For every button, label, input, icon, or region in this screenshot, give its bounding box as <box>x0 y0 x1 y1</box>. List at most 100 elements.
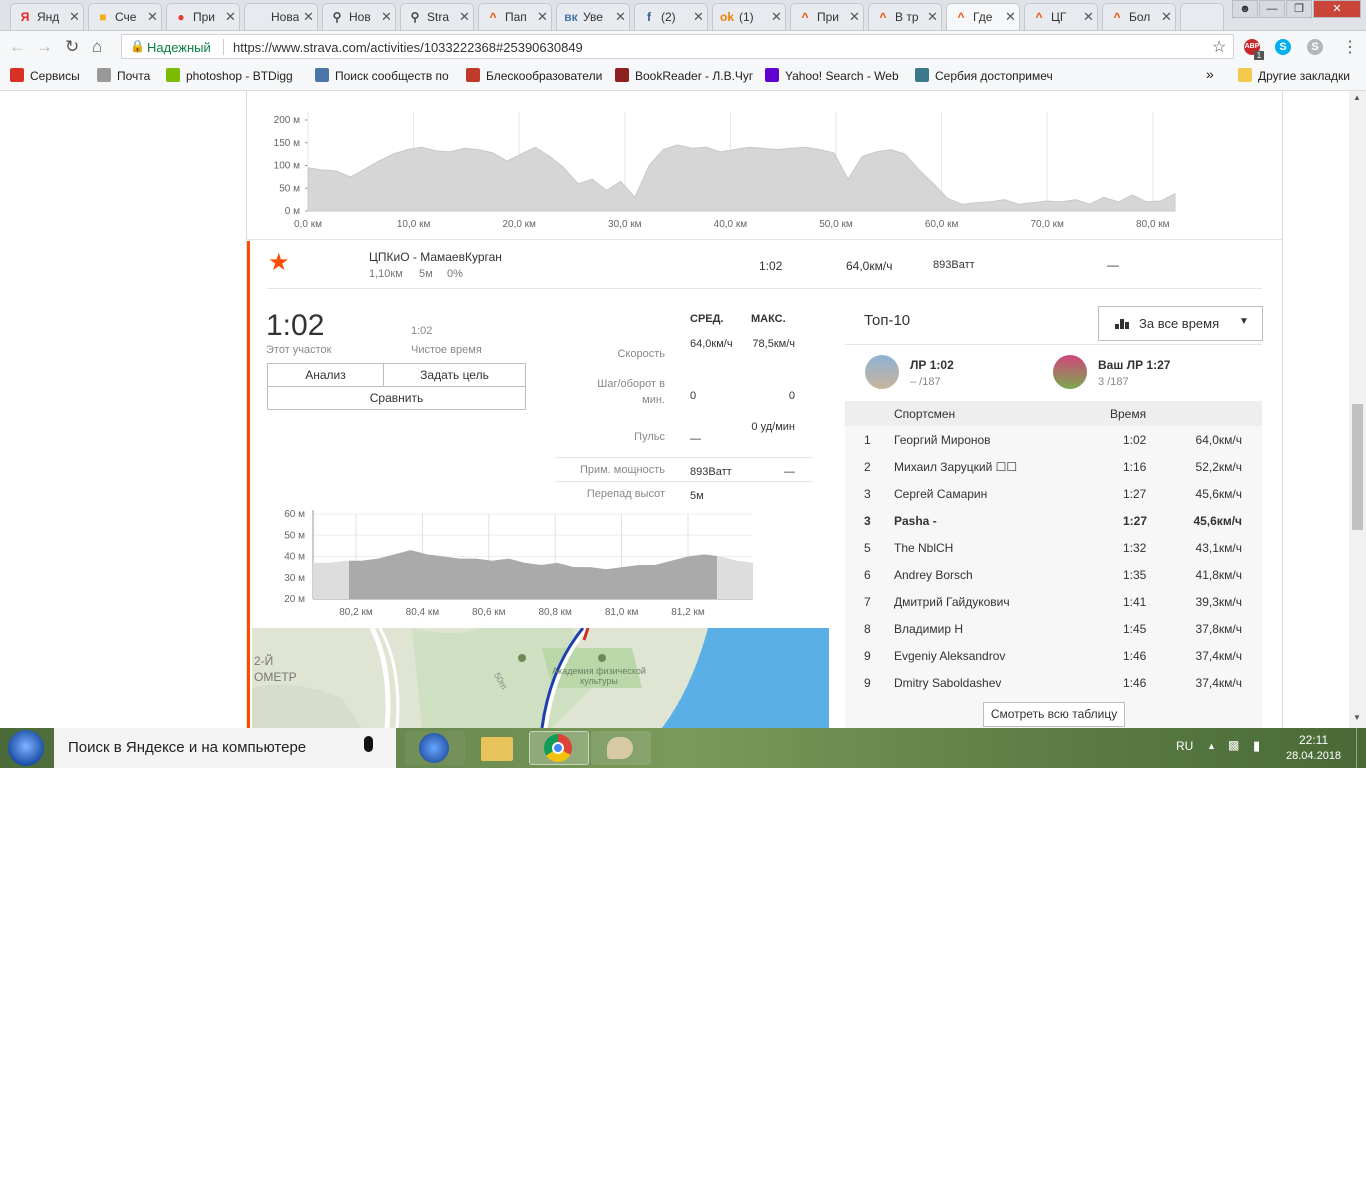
bookmarks-more-icon[interactable]: » <box>1206 66 1214 82</box>
tab-close-icon[interactable]: ✕ <box>69 9 80 25</box>
browser-tab[interactable]: ^ Бол ✕ <box>1102 3 1176 30</box>
leaderboard-row[interactable]: 7 Дмитрий Гайдукович 1:41 39,3км/ч <box>845 589 1262 616</box>
tab-close-icon[interactable]: ✕ <box>1005 9 1016 25</box>
leaderboard-row[interactable]: 2 Михаил Заруцкий ☐☐ 1:16 52,2км/ч <box>845 454 1262 481</box>
tab-close-icon[interactable]: ✕ <box>927 9 938 25</box>
browser-tab[interactable]: ■ Сче ✕ <box>88 3 162 30</box>
athlete-name[interactable]: Pasha - <box>894 514 937 528</box>
page-scrollbar[interactable]: ▲ ▼ <box>1349 91 1366 728</box>
leaderboard-row[interactable]: 9 Evgeniy Aleksandrov 1:46 37,4км/ч <box>845 643 1262 670</box>
bookmark-item[interactable]: Сервисы <box>10 68 80 83</box>
new-tab-button[interactable] <box>1180 3 1224 30</box>
compare-button[interactable]: Сравнить <box>267 386 526 410</box>
segment-map[interactable]: 2-Й ОМЕТР 50m Академия физической культу… <box>252 628 829 728</box>
leaderboard-row[interactable]: 3 Сергей Самарин 1:27 45,6км/ч <box>845 481 1262 508</box>
browser-tab[interactable]: ^ Где ✕ <box>946 3 1020 30</box>
athlete-name[interactable]: Сергей Самарин <box>894 487 987 501</box>
athlete-name[interactable]: Михаил Заруцкий ☐☐ <box>894 460 1017 474</box>
browser-tab[interactable]: ⚲ Нов ✕ <box>322 3 396 30</box>
time-filter-dropdown[interactable]: За все время ▼ <box>1098 306 1263 341</box>
maximize-button[interactable]: ❐ <box>1286 0 1312 18</box>
url-text[interactable]: https://www.strava.com/activities/103322… <box>233 40 583 55</box>
athlete-name[interactable]: The NblCH <box>894 541 953 555</box>
browser-tab[interactable]: ^ ЦГ ✕ <box>1024 3 1098 30</box>
menu-icon[interactable]: ⋮ <box>1342 37 1358 57</box>
athlete-name[interactable]: Andrey Borsch <box>894 568 973 582</box>
show-desktop-button[interactable] <box>1356 728 1366 768</box>
analysis-button[interactable]: Анализ <box>267 363 384 387</box>
leaderboard-row[interactable]: 9 Dmitry Saboldashev 1:46 37,4км/ч <box>845 670 1262 697</box>
athlete-name[interactable]: Дмитрий Гайдукович <box>894 595 1010 609</box>
user-icon[interactable]: ☻ <box>1232 0 1258 18</box>
bookmark-item[interactable]: Блескообразователи <box>466 68 602 83</box>
clock-date[interactable]: 28.04.2018 <box>1286 750 1341 762</box>
tray-expand-icon[interactable]: ▲ <box>1207 741 1216 751</box>
skype-gray-icon[interactable]: S <box>1307 39 1323 55</box>
browser-tab[interactable]: вк Уве ✕ <box>556 3 630 30</box>
segment-name[interactable]: ЦПКиО - МамаевКурган <box>369 250 502 264</box>
bookmark-item[interactable]: Почта <box>97 68 150 83</box>
set-goal-button[interactable]: Задать цель <box>383 363 526 387</box>
paint-icon[interactable] <box>591 731 651 765</box>
scroll-up-icon[interactable]: ▲ <box>1353 93 1361 102</box>
leaderboard-row[interactable]: 5 The NblCH 1:32 43,1км/ч <box>845 535 1262 562</box>
see-all-button[interactable]: Смотреть всю таблицу <box>983 702 1125 727</box>
browser-tab[interactable]: Я Янд ✕ <box>10 3 84 30</box>
bookmark-item[interactable]: photoshop - BTDigg <box>166 68 293 83</box>
address-bar[interactable]: 🔒 Надежный https://www.strava.com/activi… <box>121 34 1234 59</box>
tab-close-icon[interactable]: ✕ <box>459 9 470 25</box>
reload-icon[interactable]: ↻ <box>65 37 79 57</box>
file-explorer-icon[interactable] <box>467 731 527 765</box>
browser-tab[interactable]: ^ Пап ✕ <box>478 3 552 30</box>
scroll-thumb[interactable] <box>1352 404 1363 530</box>
tab-close-icon[interactable]: ✕ <box>225 9 236 25</box>
language-indicator[interactable]: RU <box>1176 739 1193 753</box>
browser-tab[interactable]: ^ При ✕ <box>790 3 864 30</box>
tab-close-icon[interactable]: ✕ <box>381 9 392 25</box>
tab-close-icon[interactable]: ✕ <box>537 9 548 25</box>
start-button[interactable] <box>8 730 44 766</box>
battery-icon[interactable]: ▮ <box>1253 738 1260 754</box>
browser-tab[interactable]: ● При ✕ <box>166 3 240 30</box>
kom-avatar[interactable] <box>865 355 899 389</box>
browser-tab[interactable]: ⚲ Stra ✕ <box>400 3 474 30</box>
scroll-down-icon[interactable]: ▼ <box>1353 713 1361 722</box>
star-bookmark-icon[interactable]: ☆ <box>1212 37 1226 57</box>
forward-icon[interactable]: → <box>36 37 53 57</box>
close-window-button[interactable]: ✕ <box>1313 0 1361 18</box>
clock-time[interactable]: 22:11 <box>1299 733 1328 747</box>
bookmark-item[interactable]: Сербия достопримеч <box>915 68 1053 83</box>
bookmark-item[interactable]: BookReader - Л.В.Чуг <box>615 68 753 83</box>
leaderboard-row[interactable]: 3 Pasha - 1:27 45,6км/ч <box>845 508 1262 535</box>
other-bookmarks[interactable]: Другие закладки <box>1238 68 1350 83</box>
leaderboard-row[interactable]: 6 Andrey Borsch 1:35 41,8км/ч <box>845 562 1262 589</box>
bookmark-item[interactable]: Поиск сообществ по <box>315 68 449 83</box>
skype-icon[interactable]: S <box>1275 39 1291 55</box>
browser-tab[interactable]: f (2) ✕ <box>634 3 708 30</box>
browser-tab[interactable]: ok (1) ✕ <box>712 3 786 30</box>
tab-close-icon[interactable]: ✕ <box>147 9 158 25</box>
tab-close-icon[interactable]: ✕ <box>615 9 626 25</box>
home-icon[interactable]: ⌂ <box>92 37 102 57</box>
athlete-name[interactable]: Георгий Миронов <box>894 433 991 447</box>
search-box[interactable]: Поиск в Яндексе и на компьютере <box>54 728 396 768</box>
minimize-button[interactable]: — <box>1259 0 1285 18</box>
chrome-icon[interactable] <box>529 731 589 765</box>
browser-tab[interactable]: Новая ✕ <box>244 3 318 30</box>
tab-close-icon[interactable]: ✕ <box>1161 9 1172 25</box>
microphone-icon[interactable] <box>364 736 373 752</box>
tab-close-icon[interactable]: ✕ <box>1083 9 1094 25</box>
browser-tab[interactable]: ^ В тр ✕ <box>868 3 942 30</box>
bookmark-item[interactable]: Yahoo! Search - Web <box>765 68 899 83</box>
leaderboard-row[interactable]: 8 Владимир Н 1:45 37,8км/ч <box>845 616 1262 643</box>
tab-close-icon[interactable]: ✕ <box>303 9 314 25</box>
back-icon[interactable]: ← <box>9 37 26 57</box>
segment-elevation-chart[interactable]: 60 м 50 м 40 м 30 м 20 м 80,2 км 80,4 км 80,6 … <box>267 506 767 621</box>
signal-icon[interactable]: ▩ <box>1228 738 1239 752</box>
tab-close-icon[interactable]: ✕ <box>849 9 860 25</box>
tab-close-icon[interactable]: ✕ <box>693 9 704 25</box>
athlete-name[interactable]: Evgeniy Aleksandrov <box>894 649 1005 663</box>
athlete-name[interactable]: Владимир Н <box>894 622 963 636</box>
starred-segment-icon[interactable]: ★ <box>268 248 290 277</box>
yandex-browser-icon[interactable] <box>405 731 465 765</box>
